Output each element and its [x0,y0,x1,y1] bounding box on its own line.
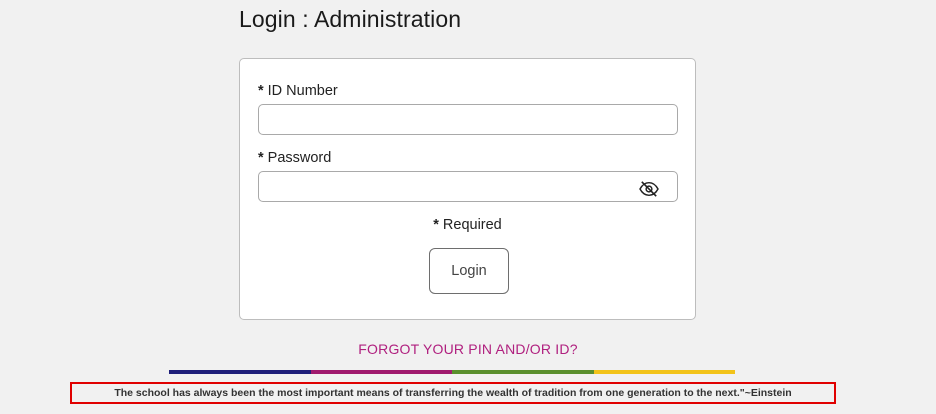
divider-segment-navy [169,370,311,374]
forgot-pin-id-link[interactable]: FORGOT YOUR PIN AND/OR ID? [358,341,577,357]
page-title: Login : Administration [239,6,462,32]
login-button[interactable]: Login [429,248,509,294]
color-divider-bar [169,370,735,374]
id-number-input[interactable] [258,104,678,135]
footer-quote: The school has always been the most impo… [70,382,836,404]
id-number-label: * ID Number [258,83,338,99]
password-label-text: Password [267,150,332,166]
eye-slash-icon[interactable] [638,180,660,198]
required-marker: * [433,217,439,233]
divider-segment-yellow [593,370,735,374]
password-label: * Password [258,150,331,166]
divider-segment-magenta [310,370,452,374]
required-note-text: Required [442,217,502,233]
forgot-link-row: FORGOT YOUR PIN AND/OR ID? [0,341,936,357]
required-marker: * [258,83,264,99]
id-number-label-text: ID Number [267,83,338,99]
required-marker: * [258,150,264,166]
password-input[interactable] [258,171,678,202]
required-note: * Required [240,217,695,233]
divider-segment-green [452,370,594,374]
login-card: * ID Number * Password * Required Login [239,58,696,320]
login-page: Login : Administration * ID Number * Passw… [0,0,936,414]
